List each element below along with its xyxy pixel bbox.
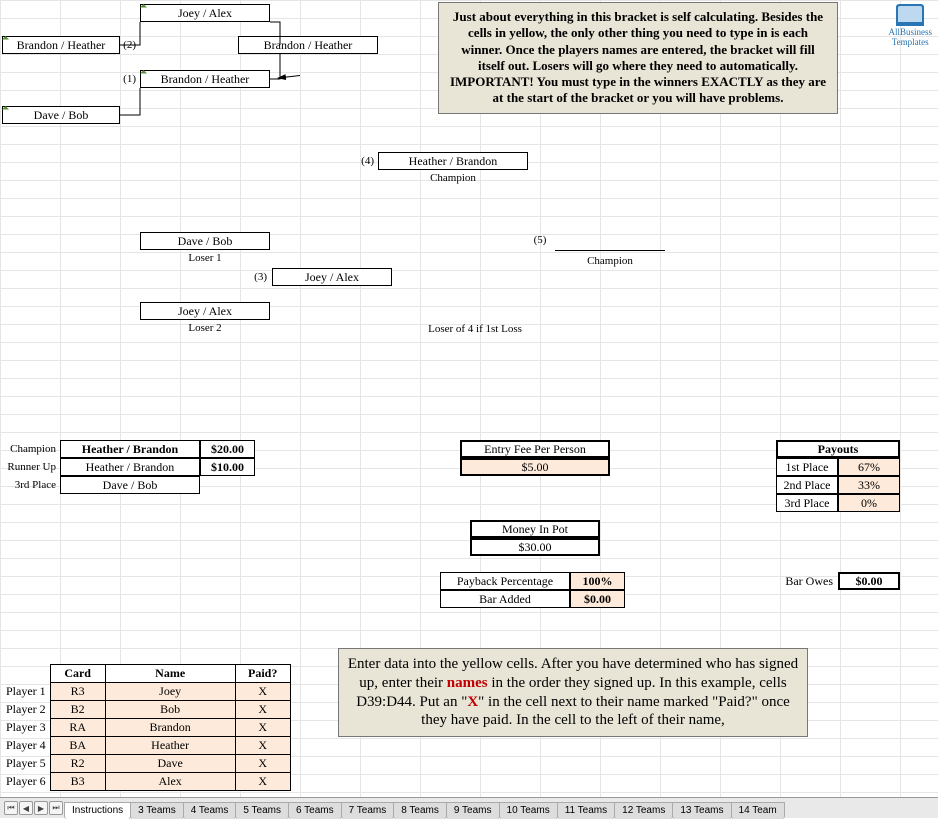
results-champion-pay[interactable]: $20.00 (200, 440, 255, 458)
laptop-icon (896, 4, 924, 26)
bracket-num-4: (4) (358, 152, 376, 170)
tab-10teams[interactable]: 10 Teams (499, 802, 558, 819)
barowes-value[interactable]: $0.00 (838, 572, 900, 590)
loser1-label: Loser 1 (140, 250, 270, 266)
callout-b-x: X (467, 694, 478, 710)
tabnav-last-icon[interactable]: ⏭ (49, 801, 63, 815)
losers-final[interactable]: Joey / Alex (272, 268, 392, 286)
loser2-label: Loser 2 (140, 320, 270, 336)
blank (2, 665, 50, 683)
payout-2-label: 2nd Place (776, 476, 838, 494)
payout-1-value[interactable]: 67% (838, 458, 900, 476)
seed-topright[interactable]: Joey / Alex (140, 4, 270, 22)
tabnav-prev-icon[interactable]: ◀ (19, 801, 33, 815)
player-paid[interactable]: X (235, 755, 290, 773)
player-card[interactable]: R2 (50, 755, 105, 773)
loser1[interactable]: Dave / Bob (140, 232, 270, 250)
row-label: Player 1 (2, 683, 50, 701)
bracket-num-2: (2) (120, 36, 138, 54)
seed-topleft[interactable]: Brandon / Heather (2, 36, 120, 54)
tab-5teams[interactable]: 5 Teams (235, 802, 289, 819)
col-card: Card (50, 665, 105, 683)
player-name[interactable]: Joey (105, 683, 235, 701)
payout-3-value[interactable]: 0% (838, 494, 900, 512)
winner-r1[interactable]: Brandon / Heather (140, 70, 270, 88)
entry-fee-value[interactable]: $5.00 (460, 458, 610, 476)
tab-7teams[interactable]: 7 Teams (341, 802, 395, 819)
seed-botleft[interactable]: Dave / Bob (2, 106, 120, 124)
col-name: Name (105, 665, 235, 683)
player-name[interactable]: Bob (105, 701, 235, 719)
tabnav-next-icon[interactable]: ▶ (34, 801, 48, 815)
bracket-num-3: (3) (251, 268, 269, 286)
winner-r1b[interactable]: Brandon / Heather (238, 36, 378, 54)
payout-3-label: 3rd Place (776, 494, 838, 512)
brand-logo: AllBusiness Templates (888, 4, 932, 47)
pot-value[interactable]: $30.00 (470, 538, 600, 556)
entry-fee-label: Entry Fee Per Person (460, 440, 610, 458)
bracket-num-1: (1) (120, 70, 138, 88)
row-label: Player 2 (2, 701, 50, 719)
player-card[interactable]: R3 (50, 683, 105, 701)
player-paid[interactable]: X (235, 701, 290, 719)
row-label: Player 4 (2, 737, 50, 755)
brand-text: AllBusiness Templates (888, 27, 932, 47)
tab-13teams[interactable]: 13 Teams (672, 802, 731, 819)
loser4-label: Loser of 4 if 1st Loss (400, 320, 550, 338)
champion-label: Champion (378, 170, 528, 186)
baradded-value[interactable]: $0.00 (570, 590, 625, 608)
results-third-label: 3rd Place (0, 476, 58, 494)
results-champion-label: Champion (0, 440, 58, 458)
col-paid: Paid? (235, 665, 290, 683)
tab-9teams[interactable]: 9 Teams (446, 802, 500, 819)
results-runnerup[interactable]: Heather / Brandon (60, 458, 200, 476)
pot-label: Money In Pot (470, 520, 600, 538)
winner-side-champ[interactable]: Heather / Brandon (378, 152, 528, 170)
player-name[interactable]: Dave (105, 755, 235, 773)
payback-value[interactable]: 100% (570, 572, 625, 590)
grand-final-champ-label: Champion (555, 250, 665, 270)
callout-bottom: Enter data into the yellow cells. After … (338, 648, 808, 737)
results-champion[interactable]: Heather / Brandon (60, 440, 200, 458)
row-label: Player 6 (2, 773, 50, 791)
player-card[interactable]: BA (50, 737, 105, 755)
player-name[interactable]: Brandon (105, 719, 235, 737)
callout-b-names: names (447, 675, 488, 691)
results-runnerup-label: Runner Up (0, 458, 58, 476)
payouts-title: Payouts (776, 440, 900, 458)
player-card[interactable]: RA (50, 719, 105, 737)
player-paid[interactable]: X (235, 719, 290, 737)
tab-instructions[interactable]: Instructions (64, 802, 131, 819)
tab-14teams[interactable]: 14 Team (731, 802, 785, 819)
row-label: Player 3 (2, 719, 50, 737)
payout-2-value[interactable]: 33% (838, 476, 900, 494)
results-runnerup-pay[interactable]: $10.00 (200, 458, 255, 476)
row-label: Player 5 (2, 755, 50, 773)
player-name[interactable]: Alex (105, 773, 235, 791)
player-card[interactable]: B3 (50, 773, 105, 791)
player-card[interactable]: B2 (50, 701, 105, 719)
callout-top-text: Just about everything in this bracket is… (450, 9, 826, 105)
sheet-tabs[interactable]: ⏮ ◀ ▶ ⏭ Instructions 3 Teams 4 Teams 5 T… (0, 797, 938, 818)
tab-4teams[interactable]: 4 Teams (183, 802, 237, 819)
tab-12teams[interactable]: 12 Teams (614, 802, 673, 819)
loser2[interactable]: Joey / Alex (140, 302, 270, 320)
bracket-num-5: (5) (530, 232, 550, 248)
results-third[interactable]: Dave / Bob (60, 476, 200, 494)
payback-label: Payback Percentage (440, 572, 570, 590)
tab-6teams[interactable]: 6 Teams (288, 802, 342, 819)
callout-top: Just about everything in this bracket is… (438, 2, 838, 114)
players-table[interactable]: Card Name Paid? Player 1R3JoeyX Player 2… (2, 664, 291, 791)
payout-1-label: 1st Place (776, 458, 838, 476)
baradded-label: Bar Added (440, 590, 570, 608)
player-paid[interactable]: X (235, 773, 290, 791)
player-name[interactable]: Heather (105, 737, 235, 755)
player-paid[interactable]: X (235, 683, 290, 701)
tab-8teams[interactable]: 8 Teams (393, 802, 447, 819)
player-paid[interactable]: X (235, 737, 290, 755)
barowes-label: Bar Owes (755, 572, 835, 590)
tab-11teams[interactable]: 11 Teams (557, 802, 615, 819)
tabnav-first-icon[interactable]: ⏮ (4, 801, 18, 815)
tab-3teams[interactable]: 3 Teams (130, 802, 184, 819)
